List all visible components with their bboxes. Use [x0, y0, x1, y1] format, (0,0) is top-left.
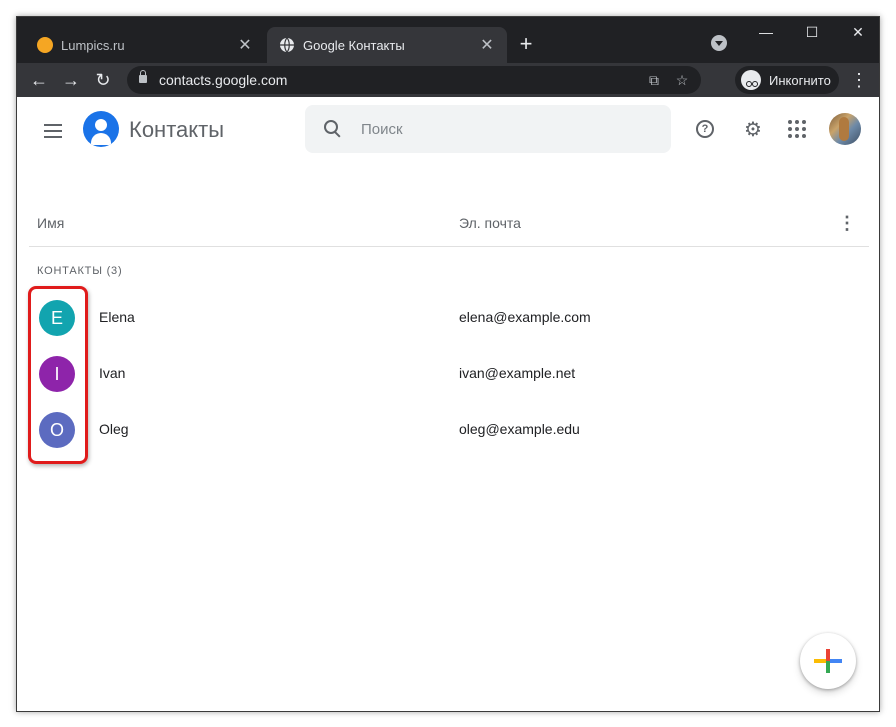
- contact-row-oleg[interactable]: O Oleg oleg@example.edu: [29, 402, 869, 458]
- contact-name: Oleg: [99, 421, 129, 437]
- contacts-logo-icon[interactable]: [83, 111, 119, 147]
- translate-icon[interactable]: ⧉: [645, 71, 663, 89]
- address-bar[interactable]: contacts.google.com ⧉ ☆: [127, 66, 701, 94]
- tab-title: Google Контакты: [303, 37, 405, 53]
- plus-icon: [814, 649, 842, 673]
- create-contact-button[interactable]: [800, 633, 856, 689]
- lock-icon[interactable]: [139, 70, 147, 83]
- more-options-icon[interactable]: ⋮: [837, 213, 857, 233]
- forward-button[interactable]: →: [59, 68, 83, 92]
- globe-icon: [279, 37, 295, 53]
- main-menu-icon[interactable]: [41, 119, 65, 143]
- lumpics-favicon-icon: [37, 37, 53, 53]
- column-email-header[interactable]: Эл. почта: [459, 215, 521, 231]
- minimize-button[interactable]: —: [743, 17, 789, 47]
- contact-email: elena@example.com: [459, 309, 591, 325]
- contacts-group-label: КОНТАКТЫ (3): [37, 265, 123, 277]
- browser-menu-icon[interactable]: ⋮: [847, 68, 871, 92]
- table-header: Имя Эл. почта ⋮: [29, 201, 869, 247]
- back-button[interactable]: ←: [27, 68, 51, 92]
- avatar-highlight-box: [28, 286, 88, 464]
- contact-row-elena[interactable]: E Elena elena@example.com: [29, 290, 869, 346]
- contact-email: ivan@example.net: [459, 365, 576, 381]
- bookmark-star-icon[interactable]: ☆: [673, 71, 691, 89]
- tab-search-icon[interactable]: [711, 35, 727, 51]
- tab-lumpics[interactable]: Lumpics.ru ✕: [25, 27, 265, 63]
- contact-name: Elena: [99, 309, 135, 325]
- column-name-header[interactable]: Имя: [37, 215, 64, 231]
- tab-close-icon[interactable]: ✕: [237, 37, 253, 54]
- url-text[interactable]: contacts.google.com: [159, 72, 287, 88]
- contact-row-ivan[interactable]: I Ivan ivan@example.net: [29, 346, 869, 402]
- help-button[interactable]: ?: [693, 117, 717, 141]
- incognito-label: Инкогнито: [769, 72, 831, 88]
- contact-email: oleg@example.edu: [459, 421, 580, 437]
- help-icon: ?: [696, 120, 714, 138]
- reload-button[interactable]: ↻: [91, 68, 115, 92]
- tab-google-contacts[interactable]: Google Контакты ✕: [267, 27, 507, 63]
- browser-window: Lumpics.ru ✕ Google Контакты ✕ + — ☐ ✕ ←…: [16, 16, 880, 712]
- tab-title: Lumpics.ru: [61, 37, 125, 53]
- search-input[interactable]: [361, 117, 651, 141]
- app-title[interactable]: Контакты: [129, 117, 224, 143]
- contact-name: Ivan: [99, 365, 126, 381]
- search-box[interactable]: [305, 105, 671, 153]
- google-apps-icon[interactable]: [785, 117, 809, 141]
- new-tab-button[interactable]: +: [513, 31, 539, 57]
- account-avatar[interactable]: [829, 113, 861, 145]
- contacts-app: Контакты ? ⚙ Имя Эл. почта ⋮ КОНТАКТЫ (3…: [17, 97, 879, 711]
- search-icon[interactable]: [321, 117, 345, 141]
- settings-icon[interactable]: ⚙: [741, 117, 765, 141]
- incognito-indicator[interactable]: Инкогнито: [735, 66, 839, 94]
- tab-close-icon[interactable]: ✕: [479, 37, 495, 54]
- tab-strip: Lumpics.ru ✕ Google Контакты ✕ + — ☐ ✕: [17, 17, 879, 63]
- browser-toolbar: ← → ↻ contacts.google.com ⧉ ☆ Инкогнито …: [17, 63, 879, 97]
- incognito-icon: [741, 70, 761, 90]
- close-window-button[interactable]: ✕: [835, 17, 879, 47]
- maximize-button[interactable]: ☐: [789, 17, 835, 47]
